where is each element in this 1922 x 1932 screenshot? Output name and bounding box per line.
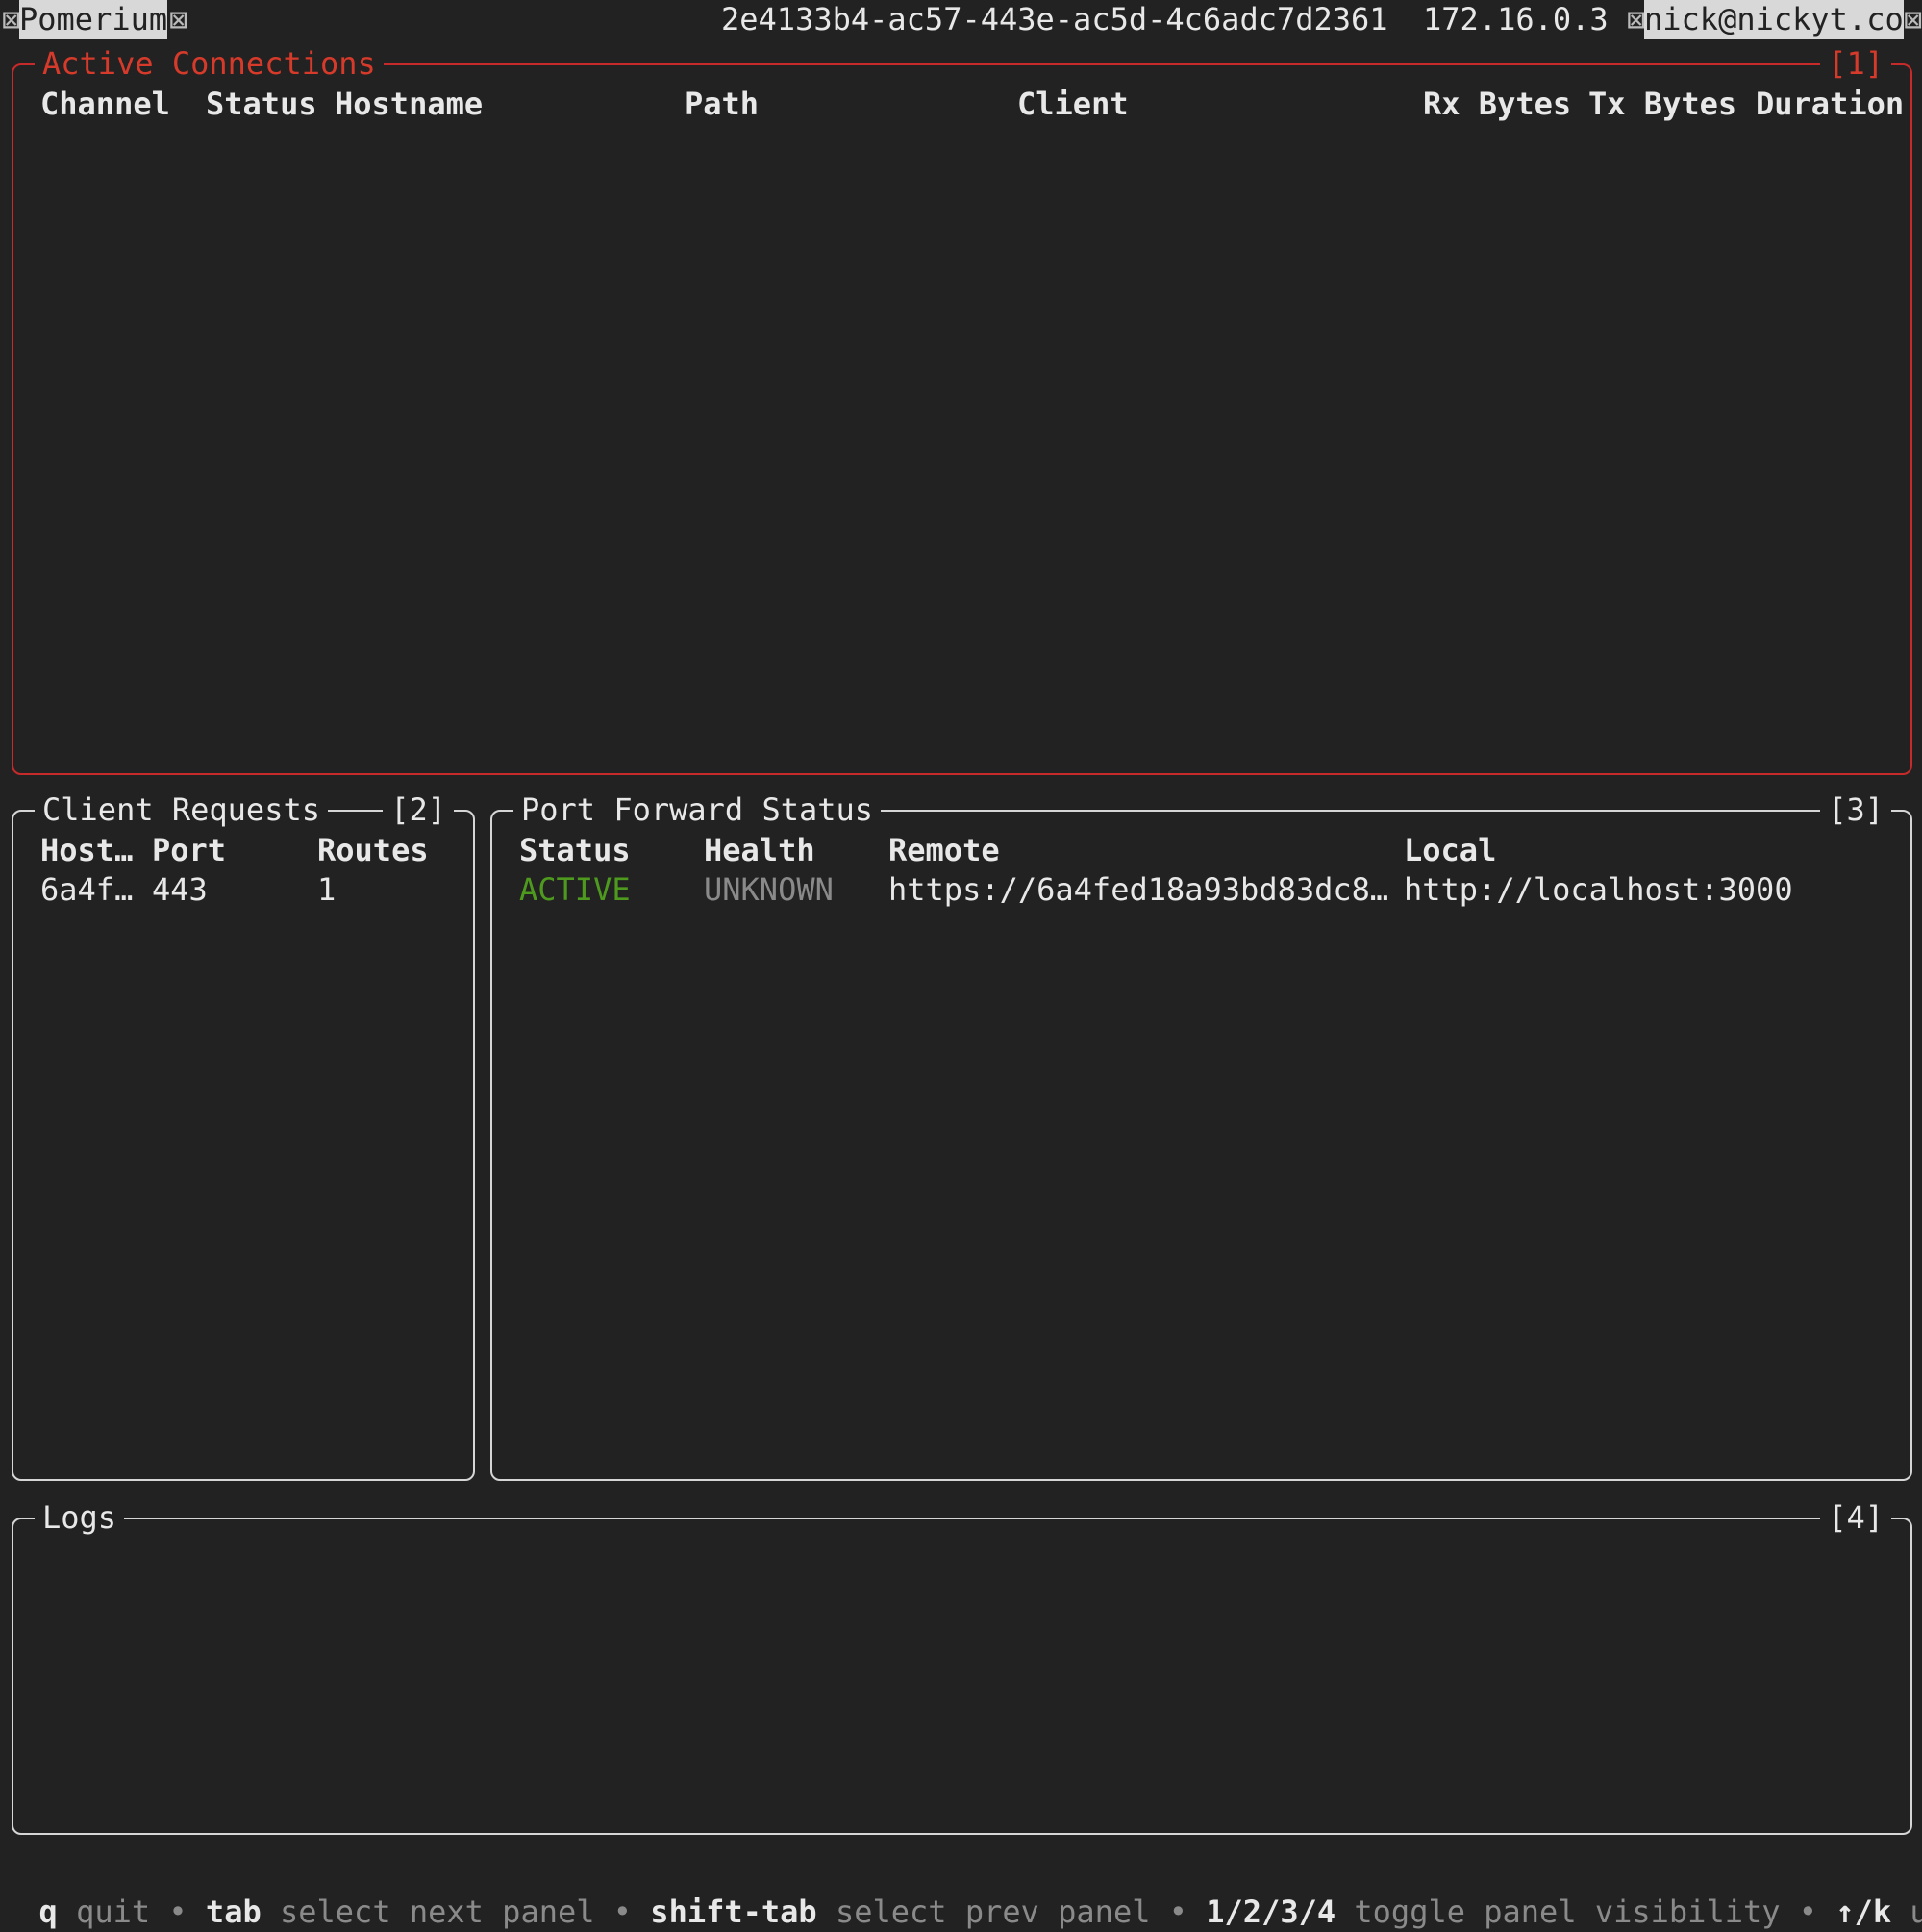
user-tag-right-icon: ⊠ [1904,1,1922,38]
cell-host: 6a4f… [40,871,134,908]
ip-address: 172.16.0.3 [1423,1,1609,38]
col-hostname: Hostname [335,86,484,122]
key-quit[interactable]: q [39,1894,58,1930]
cell-local: http://localhost:3000 [1404,871,1793,908]
cell-routes: 1 [317,871,337,908]
panel-index: [3] [1820,790,1891,830]
col-health: Health [704,832,815,868]
col-rx-bytes: Rx Bytes [1423,86,1572,122]
col-duration: Duration [1756,86,1905,122]
user-badge[interactable]: nick@nickyt.co [1644,0,1904,39]
active-connections-panel[interactable]: Active Connections [1] Channel Status Ho… [12,44,1912,775]
footer-keybindings: q quit • tab select next panel • shift-t… [2,1853,1922,1932]
key-shift-tab[interactable]: shift-tab [650,1894,816,1930]
panel-title: Logs [35,1498,125,1538]
separator: • [1168,1894,1187,1930]
separator: • [168,1894,187,1930]
desc-quit: quit [76,1894,151,1930]
col-port: Port [152,832,227,868]
key-toggle[interactable]: 1/2/3/4 [1206,1894,1335,1930]
separator: • [612,1894,633,1930]
panel-title: Port Forward Status [513,790,882,830]
panel-title: Active Connections [35,44,384,84]
separator: • [1798,1894,1818,1930]
col-routes: Routes [317,832,429,868]
session-id: 2e4133b4-ac57-443e-ac5d-4c6adc7d2361 [721,1,1388,38]
col-path: Path [685,86,760,122]
col-remote: Remote [888,832,1000,868]
port-forward-panel[interactable]: Port Forward Status [3] Status Health Re… [490,790,1912,1481]
tag-right-icon: ⊠ [169,1,188,38]
panel-title: Client Requests [35,790,328,830]
cell-port: 443 [152,871,208,908]
cell-health: UNKNOWN [704,871,834,908]
panel-index: [1] [1820,44,1891,84]
tag-left-icon: ⊠ [2,1,21,38]
panel-index: [4] [1820,1498,1891,1538]
key-up[interactable]: ↑/k [1835,1894,1891,1930]
col-channel: Channel [40,86,170,122]
cell-status: ACTIVE [519,871,631,908]
client-requests-panel[interactable]: Client Requests [2] Host… Port Routes 6a… [12,790,475,1481]
col-host: Host… [40,832,134,868]
cell-remote: https://6a4fed18a93bd83dc8… [888,871,1389,908]
user-tag-left-icon: ⊠ [1627,1,1646,38]
desc-shift-tab: select prev panel [835,1894,1151,1930]
key-tab[interactable]: tab [206,1894,262,1930]
desc-up: up [1910,1894,1922,1930]
col-status: Status [519,832,631,868]
col-tx-bytes: Tx Bytes [1588,86,1737,122]
desc-toggle: toggle panel visibility [1354,1894,1781,1930]
panel-index: [2] [383,790,454,830]
col-local: Local [1404,832,1497,868]
desc-tab: select next panel [279,1894,595,1930]
logs-panel[interactable]: Logs [4] [12,1498,1912,1835]
app-name-tab[interactable]: Pomerium [19,0,168,39]
col-client: Client [1017,86,1129,122]
col-status: Status [206,86,317,122]
